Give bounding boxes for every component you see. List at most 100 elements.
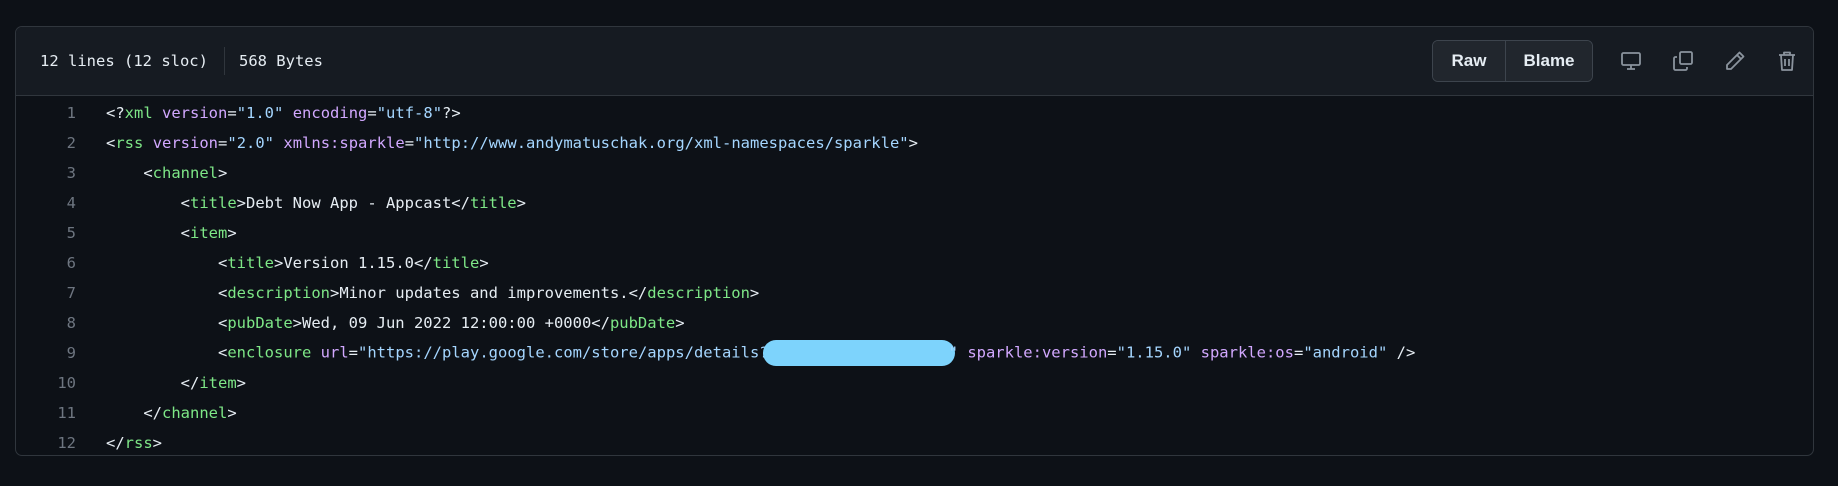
- code-punctuation: <: [106, 254, 228, 272]
- line-content: <rss version="2.0" xmlns:sparkle="http:/…: [76, 134, 918, 152]
- code-punctuation: <: [106, 314, 228, 332]
- code-tag: title: [469, 194, 517, 212]
- code-punctuation: />: [1387, 343, 1416, 362]
- line-number[interactable]: 4: [16, 194, 76, 212]
- code-string: "2.0": [227, 134, 275, 152]
- code-line: 2 <rss version="2.0" xmlns:sparkle="http:…: [16, 128, 1813, 158]
- code-view: 1 <?xml version="1.0" encoding="utf-8"?> 2…: [16, 96, 1813, 455]
- line-number[interactable]: 8: [16, 314, 76, 332]
- code-string: "1.15.0": [1116, 343, 1192, 362]
- copy-button[interactable]: [1657, 41, 1709, 81]
- code-line: 4 <title>Debt Now App - Appcast</title>: [16, 188, 1813, 218]
- code-line: 8 <pubDate>Wed, 09 Jun 2022 12:00:00 +00…: [16, 308, 1813, 338]
- code-punctuation: =: [227, 104, 237, 122]
- line-content: <description>Minor updates and improveme…: [76, 284, 759, 302]
- code-punctuation: =: [348, 343, 359, 362]
- code-punctuation: [958, 344, 967, 362]
- blame-button[interactable]: Blame: [1506, 41, 1592, 81]
- code-punctuation: <: [106, 284, 228, 302]
- code-attribute: version: [162, 104, 228, 122]
- code-punctuation: >: [236, 374, 246, 392]
- line-number[interactable]: 6: [16, 254, 76, 272]
- code-punctuation: [274, 134, 283, 152]
- code-punctuation: <: [106, 194, 190, 212]
- file-size: 568 Bytes: [238, 52, 323, 70]
- code-punctuation: >: [227, 404, 237, 422]
- code-line: 12 </rss>: [16, 428, 1813, 455]
- file-info: 12 lines (12 sloc) 568 Bytes: [16, 47, 323, 75]
- trash-icon: [1779, 51, 1795, 71]
- line-number[interactable]: 10: [16, 374, 76, 392]
- code-punctuation: =: [404, 134, 415, 152]
- code-attribute: sparkle:version: [967, 343, 1108, 362]
- code-attribute: encoding: [292, 104, 368, 122]
- raw-button[interactable]: Raw: [1433, 41, 1506, 81]
- code-punctuation: <: [106, 164, 153, 182]
- delete-button[interactable]: [1761, 41, 1813, 81]
- redaction-mark: [762, 340, 955, 366]
- code-line: 11 </channel>: [16, 398, 1813, 428]
- code-punctuation: [311, 344, 320, 362]
- code-tag: description: [227, 284, 330, 302]
- code-line: 7 <description>Minor updates and improve…: [16, 278, 1813, 308]
- edit-button[interactable]: [1709, 41, 1761, 81]
- code-line: 5 <item>: [16, 218, 1813, 248]
- code-tag: xml: [124, 104, 153, 122]
- desktop-icon: [1621, 52, 1641, 70]
- line-content: <?xml version="1.0" encoding="utf-8"?>: [76, 104, 461, 122]
- file-header: 12 lines (12 sloc) 568 Bytes Raw Blame: [16, 27, 1813, 96]
- line-number[interactable]: 11: [16, 404, 76, 422]
- code-punctuation: >Debt Now App - Appcast</: [236, 194, 470, 212]
- code-punctuation: >: [218, 164, 228, 182]
- code-string: ": [948, 343, 958, 362]
- code-tag: item: [199, 374, 237, 392]
- code-punctuation: =: [367, 104, 377, 122]
- code-line: 9 <enclosure url="https://play.google.co…: [16, 338, 1813, 368]
- code-string: "utf-8": [376, 104, 443, 122]
- display-rendered-button[interactable]: [1605, 41, 1657, 81]
- code-punctuation: <: [106, 343, 228, 362]
- code-tag: channel: [162, 404, 228, 422]
- code-tag: title: [432, 254, 480, 272]
- line-content: <item>: [76, 224, 237, 242]
- line-content: </item>: [76, 374, 246, 392]
- code-punctuation: >: [516, 194, 526, 212]
- view-button-group: Raw Blame: [1432, 40, 1593, 82]
- code-attribute: url: [320, 343, 349, 362]
- code-line: 3 <channel>: [16, 158, 1813, 188]
- code-tag: item: [190, 224, 228, 242]
- code-line: 6 <title>Version 1.15.0</title>: [16, 248, 1813, 278]
- code-tag: description: [647, 284, 750, 302]
- code-string: "http://www.andymatuschak.org/xml-namesp…: [414, 134, 909, 152]
- code-tag: channel: [152, 164, 218, 182]
- line-content: <title>Version 1.15.0</title>: [76, 254, 489, 272]
- code-punctuation: [143, 134, 152, 152]
- code-punctuation: >: [227, 224, 237, 242]
- code-tag: rss: [124, 434, 153, 452]
- pencil-icon: [1726, 51, 1745, 70]
- line-number[interactable]: 2: [16, 134, 76, 152]
- file-actions: Raw Blame: [1432, 27, 1813, 95]
- code-punctuation: </: [106, 374, 200, 392]
- code-punctuation: >: [908, 134, 918, 152]
- line-content: </channel>: [76, 404, 237, 422]
- line-content: <pubDate>Wed, 09 Jun 2022 12:00:00 +0000…: [76, 314, 685, 332]
- info-divider: [223, 47, 225, 75]
- line-content: </rss>: [76, 434, 162, 452]
- copy-icon: [1673, 51, 1693, 71]
- line-number[interactable]: 7: [16, 284, 76, 302]
- code-punctuation: =: [1293, 343, 1304, 362]
- line-number[interactable]: 9: [16, 344, 76, 362]
- line-number[interactable]: 3: [16, 164, 76, 182]
- code-punctuation: >: [675, 314, 685, 332]
- code-tag: pubDate: [609, 314, 676, 332]
- code-punctuation: >Version 1.15.0</: [274, 254, 433, 272]
- line-content: <title>Debt Now App - Appcast</title>: [76, 194, 526, 212]
- line-number[interactable]: 5: [16, 224, 76, 242]
- line-number[interactable]: 1: [16, 104, 76, 122]
- line-number[interactable]: 12: [16, 434, 76, 452]
- code-attribute: version: [152, 134, 219, 152]
- code-punctuation: <?: [106, 104, 125, 122]
- code-tag: title: [227, 254, 274, 272]
- code-punctuation: <: [106, 134, 116, 152]
